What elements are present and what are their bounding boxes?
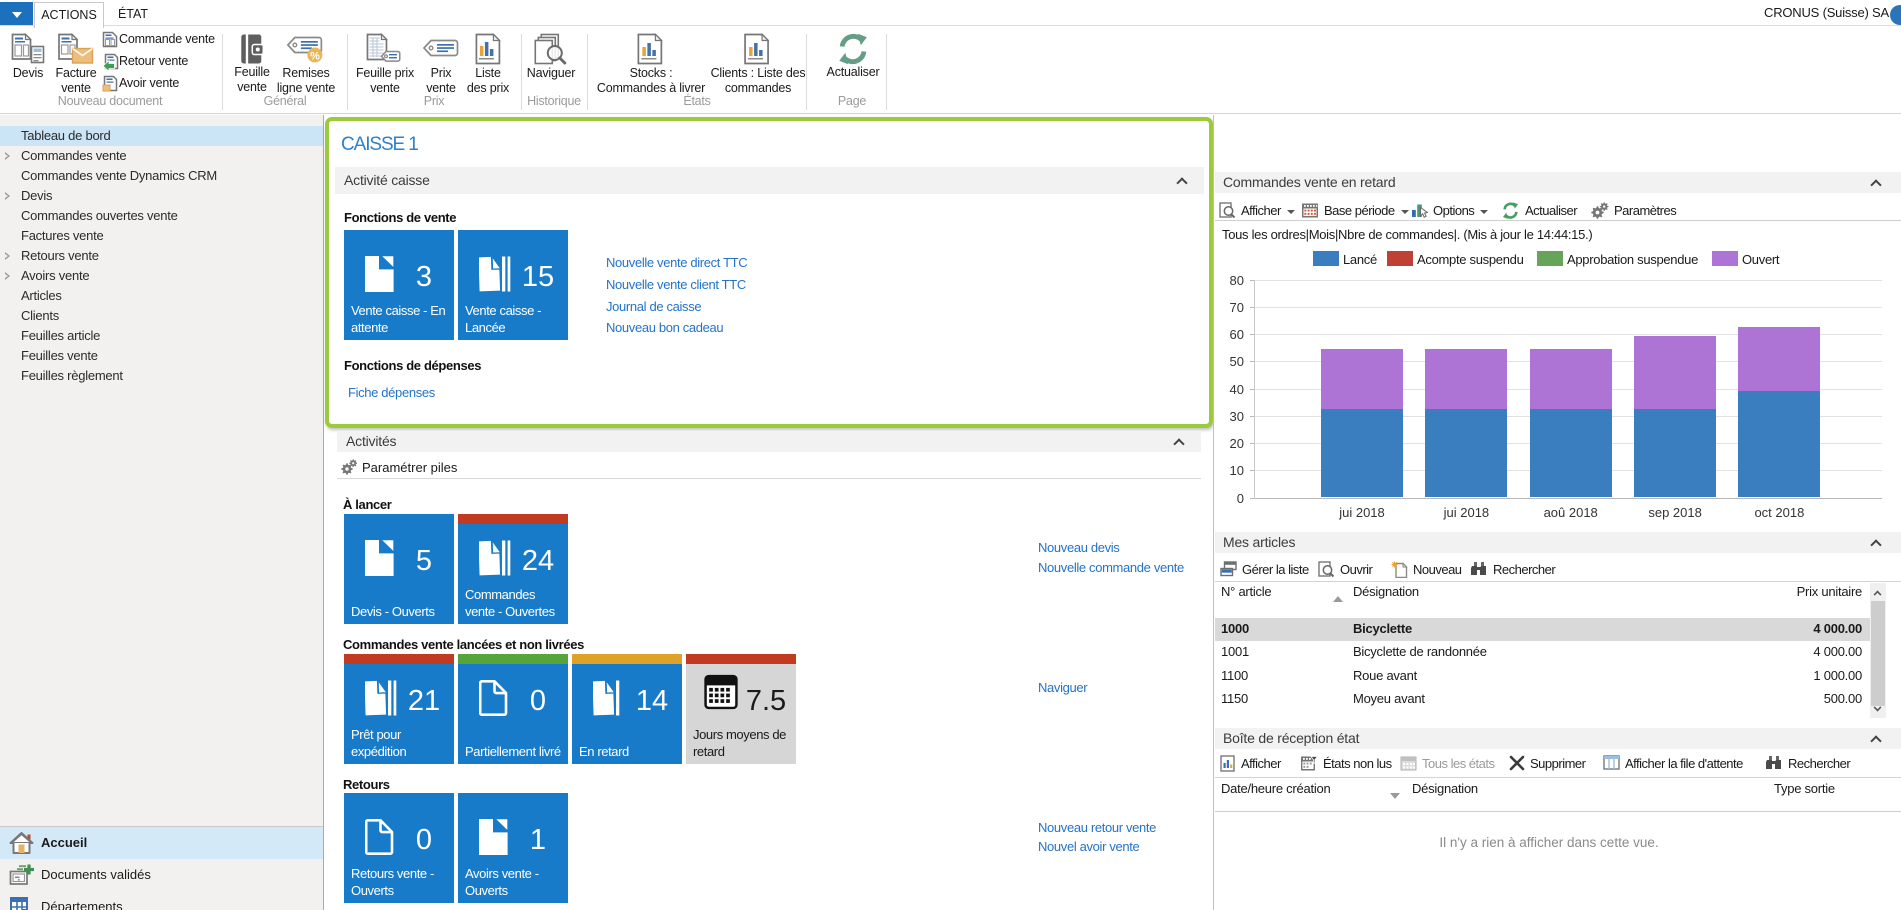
svg-text:%: % bbox=[310, 51, 320, 63]
